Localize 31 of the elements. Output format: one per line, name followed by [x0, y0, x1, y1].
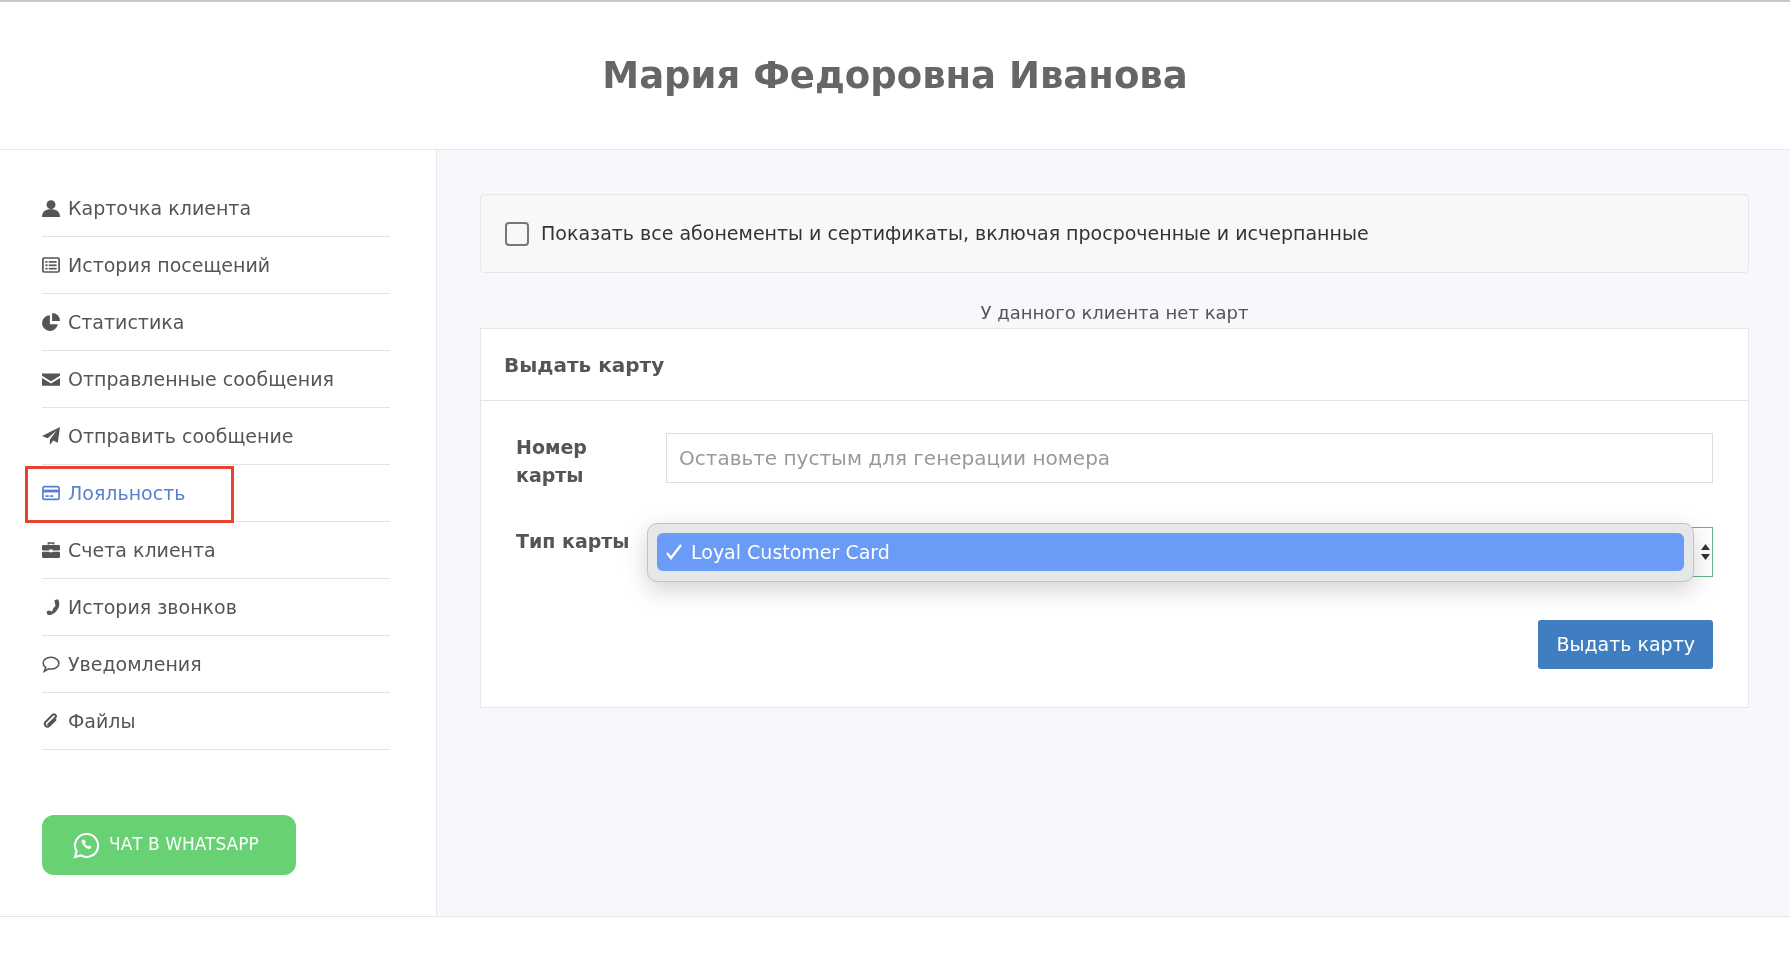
sidebar-item[interactable]: Отправить сообщение [42, 421, 294, 451]
person-icon [42, 199, 60, 217]
speech-bubble-icon [42, 655, 60, 673]
empty-message: У данного клиента нет карт [980, 301, 1249, 325]
field-label: Номер карты [516, 435, 588, 488]
sidebar-item[interactable]: Отправленные сообщения [42, 364, 334, 394]
pie-chart-icon [42, 313, 60, 331]
sidebar-item[interactable]: Счета клиента [42, 535, 216, 565]
page-title: Мария Федоровна Иванова [602, 52, 1188, 99]
briefcase-icon [42, 541, 60, 559]
issue-card-button[interactable]: Выдать карту [1538, 620, 1713, 669]
sidebar-item[interactable]: История звонков [42, 592, 237, 622]
panel-title: Выдать карту [504, 351, 665, 379]
sidebar-item[interactable]: Карточка клиента [42, 193, 252, 223]
card-number-field[interactable]: Оставьте пустым для генерации номера [666, 433, 1713, 483]
sidebar-item[interactable]: Уведомления [42, 649, 202, 679]
sidebar-item[interactable]: Лояльность [42, 478, 186, 508]
envelope-icon [42, 370, 60, 388]
list-icon [42, 256, 60, 274]
checkbox[interactable] [505, 221, 529, 246]
whatsapp-icon [72, 830, 101, 860]
sidebar-item[interactable]: Файлы [42, 706, 136, 736]
paper-plane-icon [42, 427, 60, 445]
sidebar-item[interactable]: Статистика [42, 307, 185, 337]
sidebar-item[interactable]: История посещений [42, 250, 271, 280]
credit-card-icon [42, 484, 60, 502]
field-label: Тип карты [516, 529, 631, 554]
checkmark-icon [665, 543, 683, 561]
checkbox-label: Показать все абонементы и сертификаты, включая просроченные и исчерпанные [541, 221, 1369, 247]
paperclip-icon [42, 712, 60, 730]
sort-arrows-icon [1701, 543, 1710, 561]
